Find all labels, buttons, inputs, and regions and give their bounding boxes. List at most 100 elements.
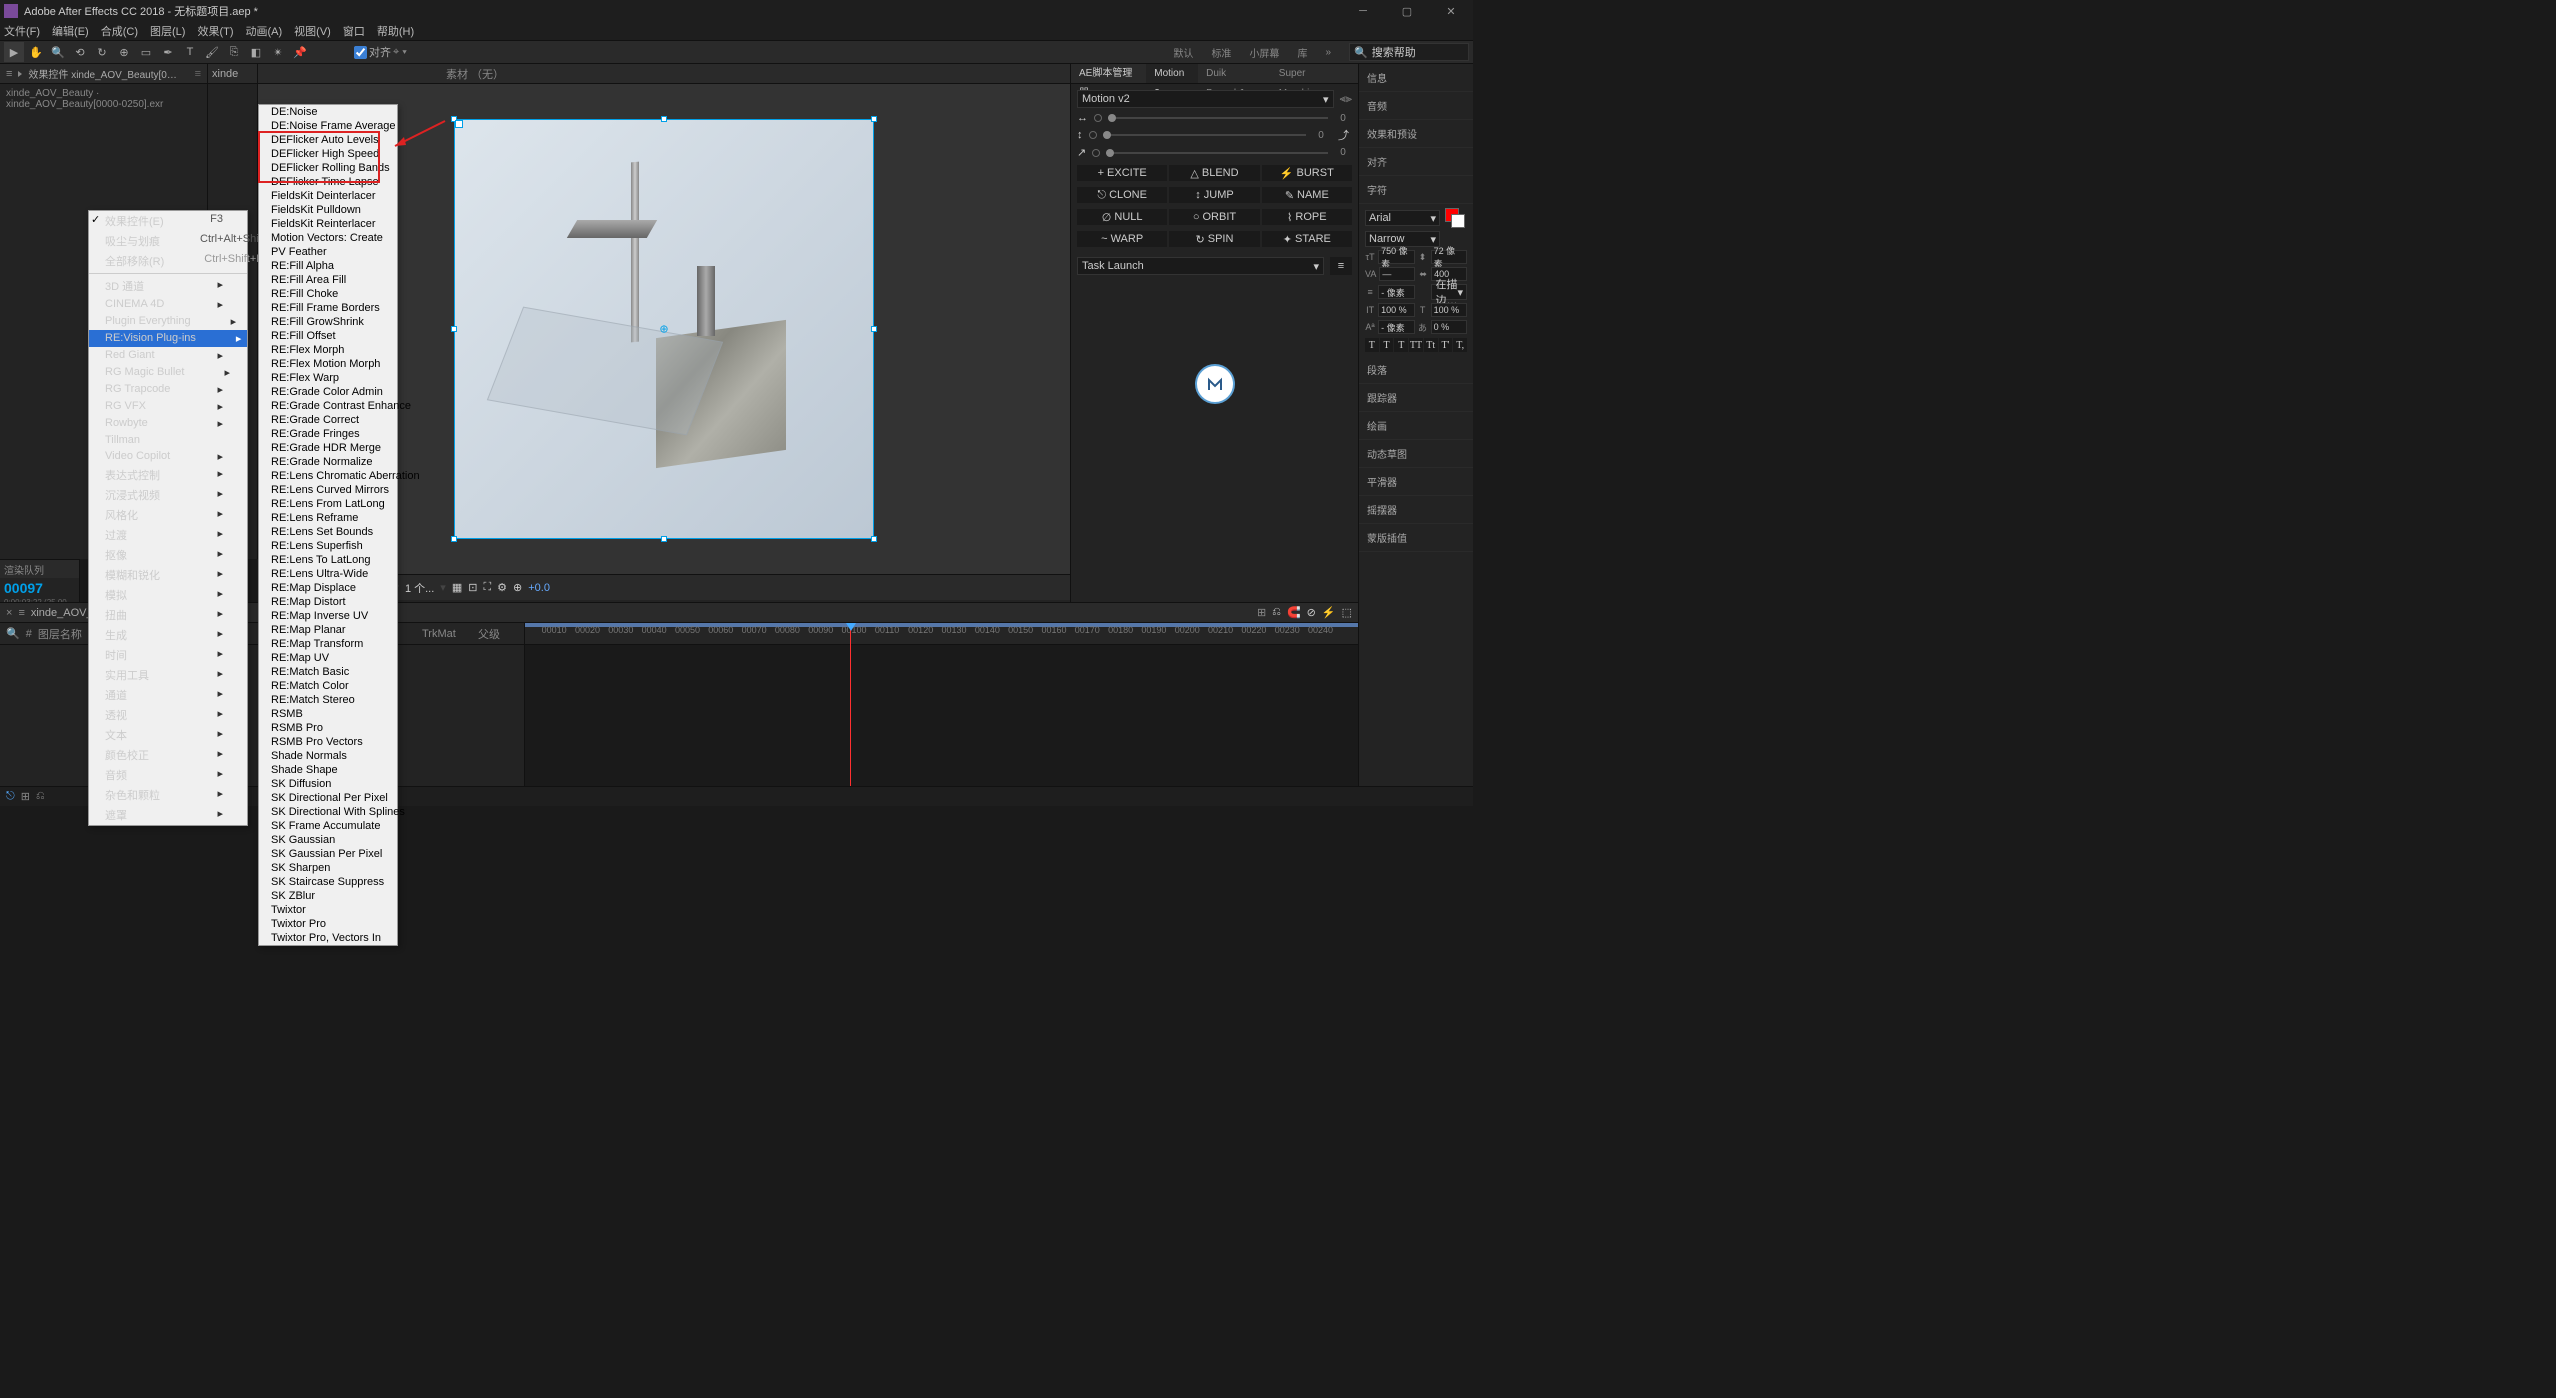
menu-item[interactable]: Rowbyte▸ (89, 415, 247, 432)
stroke-input[interactable]: - 像素 (1378, 285, 1415, 299)
script-manager-tab[interactable]: AE脚本管理器 (1071, 64, 1146, 83)
menu-item[interactable]: RE:Vision Plug-ins▸ (89, 330, 247, 347)
menu-item[interactable]: 吸尘与划痕Ctrl+Alt+Shift+E (89, 231, 247, 251)
view-icon[interactable]: ⛶ (483, 581, 491, 594)
font-family-dropdown[interactable]: Arial▾ (1365, 210, 1440, 226)
plugin-menu-item[interactable]: SK Directional With Splines (259, 805, 397, 819)
menu-item[interactable]: 模糊和锐化▸ (89, 565, 247, 585)
plugin-menu-item[interactable]: Shade Shape (259, 763, 397, 777)
paragraph-panel-header[interactable]: 段落 (1359, 356, 1473, 384)
plugin-menu-item[interactable]: Twixtor (259, 903, 397, 917)
text-tool-icon[interactable]: T (180, 42, 200, 62)
menu-item[interactable]: Plugin Everything▸ (89, 313, 247, 330)
motion-null-button[interactable]: ∅NULL (1077, 209, 1167, 225)
zoom-tool-icon[interactable]: 🔍 (48, 42, 68, 62)
hscale-input[interactable]: 100 % (1431, 303, 1467, 317)
plugin-menu-item[interactable]: RSMB Pro (259, 721, 397, 735)
menu-effect[interactable]: 效果(T) (197, 23, 233, 39)
timeline-icon[interactable]: 🧲 (1287, 606, 1301, 619)
plugin-menu-item[interactable]: RE:Grade Normalize (259, 455, 397, 469)
mask-interp-header[interactable]: 蒙版插值 (1359, 524, 1473, 552)
plugin-menu-item[interactable]: RE:Fill Offset (259, 329, 397, 343)
workspace-more-icon[interactable]: » (1325, 47, 1331, 58)
menu-item[interactable]: 抠像▸ (89, 545, 247, 565)
workspace-default[interactable]: 默认 (1173, 45, 1193, 60)
plugin-menu-item[interactable]: RE:Match Stereo (259, 693, 397, 707)
text-style-button[interactable]: T (1394, 338, 1408, 352)
audio-panel-header[interactable]: 音频 (1359, 92, 1473, 120)
settings-icon[interactable]: ≡ (1330, 257, 1352, 275)
plugin-menu-item[interactable]: FieldsKit Reinterlacer (259, 217, 397, 231)
project-tab[interactable]: xinde (208, 64, 257, 84)
timeline-playhead[interactable] (850, 645, 851, 786)
vscale-input[interactable]: 100 % (1378, 303, 1414, 317)
view-icon[interactable]: ▦ (452, 581, 462, 594)
plugin-menu-item[interactable]: RE:Map Distort (259, 595, 397, 609)
status-icon[interactable]: ⎌ (36, 790, 45, 803)
timeline-icon[interactable]: ⊘ (1307, 606, 1316, 619)
plugin-menu-item[interactable]: RE:Fill Alpha (259, 259, 397, 273)
plugin-menu-item[interactable]: RE:Grade HDR Merge (259, 441, 397, 455)
menu-item[interactable]: 沉浸式视频▸ (89, 485, 247, 505)
slider-toggle[interactable] (1089, 131, 1097, 139)
plugin-menu-item[interactable]: Shade Normals (259, 749, 397, 763)
plugin-menu-item[interactable]: RSMB (259, 707, 397, 721)
plugin-menu-item[interactable]: RE:Flex Warp (259, 371, 397, 385)
plugin-menu-item[interactable]: FieldsKit Pulldown (259, 203, 397, 217)
plugin-menu-item[interactable]: SK Directional Per Pixel (259, 791, 397, 805)
font-size-input[interactable]: 750 像素 (1378, 250, 1414, 264)
slider-1[interactable] (1108, 117, 1328, 119)
plugin-menu-item[interactable]: SK Sharpen (259, 861, 397, 875)
plugin-menu-item[interactable]: RE:Lens Ultra-Wide (259, 567, 397, 581)
menu-item[interactable]: 风格化▸ (89, 505, 247, 525)
minimize-button[interactable]: ─ (1341, 0, 1385, 22)
motion-preset-dropdown[interactable]: Motion v2▾ (1077, 90, 1334, 108)
plugin-menu-item[interactable]: RE:Flex Motion Morph (259, 357, 397, 371)
menu-item[interactable]: 效果控件(E)✓F3 (89, 211, 247, 231)
anchor-tool-icon[interactable]: ⊕ (114, 42, 134, 62)
hand-tool-icon[interactable]: ✋ (26, 42, 46, 62)
character-panel-header[interactable]: 字符 (1359, 176, 1473, 204)
plugin-menu-item[interactable]: SK ZBlur (259, 889, 397, 903)
puppet-tool-icon[interactable]: 📌 (290, 42, 310, 62)
plugin-menu-item[interactable]: RE:Grade Color Admin (259, 385, 397, 399)
plugin-menu-item[interactable]: SK Staircase Suppress (259, 875, 397, 889)
wiggler-panel-header[interactable]: 摇摆器 (1359, 496, 1473, 524)
snap-icon[interactable]: ⌖ ▾ (393, 46, 407, 59)
duik-tab[interactable]: Duik Bassel.J (1198, 64, 1271, 83)
menu-item[interactable]: 音频▸ (89, 765, 247, 785)
plugin-menu-item[interactable]: SK Gaussian Per Pixel (259, 847, 397, 861)
leading-input[interactable]: 72 像素 (1431, 250, 1467, 264)
view-count[interactable]: 1 个... (405, 580, 434, 596)
menu-item[interactable]: 时间▸ (89, 645, 247, 665)
plugin-menu-item[interactable]: RE:Flex Morph (259, 343, 397, 357)
plugin-menu-item[interactable]: SK Diffusion (259, 777, 397, 791)
clone-tool-icon[interactable]: ⎘ (224, 42, 244, 62)
effects-presets-header[interactable]: 效果和预设 (1359, 120, 1473, 148)
panel-menu-icon[interactable]: ≡ (18, 607, 24, 619)
timeline-tab-close-icon[interactable]: × (6, 607, 12, 619)
status-icon[interactable]: ⊞ (21, 790, 30, 803)
menu-item[interactable]: Tillman (89, 432, 247, 448)
motion-stare-button[interactable]: ✦STARE (1262, 231, 1352, 247)
panel-menu-icon[interactable]: ≡ (6, 68, 12, 80)
exposure-value[interactable]: +0.0 (528, 582, 550, 594)
stroke-style-dropdown[interactable]: 在描边…▾ (1431, 284, 1467, 300)
plugin-menu-item[interactable]: RE:Lens To LatLong (259, 553, 397, 567)
plugin-menu-item[interactable]: RE:Match Basic (259, 665, 397, 679)
menu-composition[interactable]: 合成(C) (101, 23, 138, 39)
menu-item[interactable]: 通道▸ (89, 685, 247, 705)
menu-item[interactable]: 生成▸ (89, 625, 247, 645)
workspace-library[interactable]: 库 (1297, 45, 1307, 60)
view-icon[interactable]: ⊕ (513, 581, 522, 594)
plugin-menu-item[interactable]: DEFlicker Auto Levels (259, 133, 397, 147)
motion-jump-button[interactable]: ↕JUMP (1169, 187, 1259, 203)
tsume-input[interactable]: 0 % (1431, 320, 1467, 334)
menu-item[interactable]: 文本▸ (89, 725, 247, 745)
kerning-input[interactable]: — (1379, 267, 1415, 281)
menu-layer[interactable]: 图层(L) (150, 23, 185, 39)
motion-warp-button[interactable]: ~WARP (1077, 231, 1167, 247)
plugin-menu-item[interactable]: RE:Fill Choke (259, 287, 397, 301)
paint-panel-header[interactable]: 绘画 (1359, 412, 1473, 440)
plugin-menu-item[interactable]: DEFlicker Rolling Bands (259, 161, 397, 175)
